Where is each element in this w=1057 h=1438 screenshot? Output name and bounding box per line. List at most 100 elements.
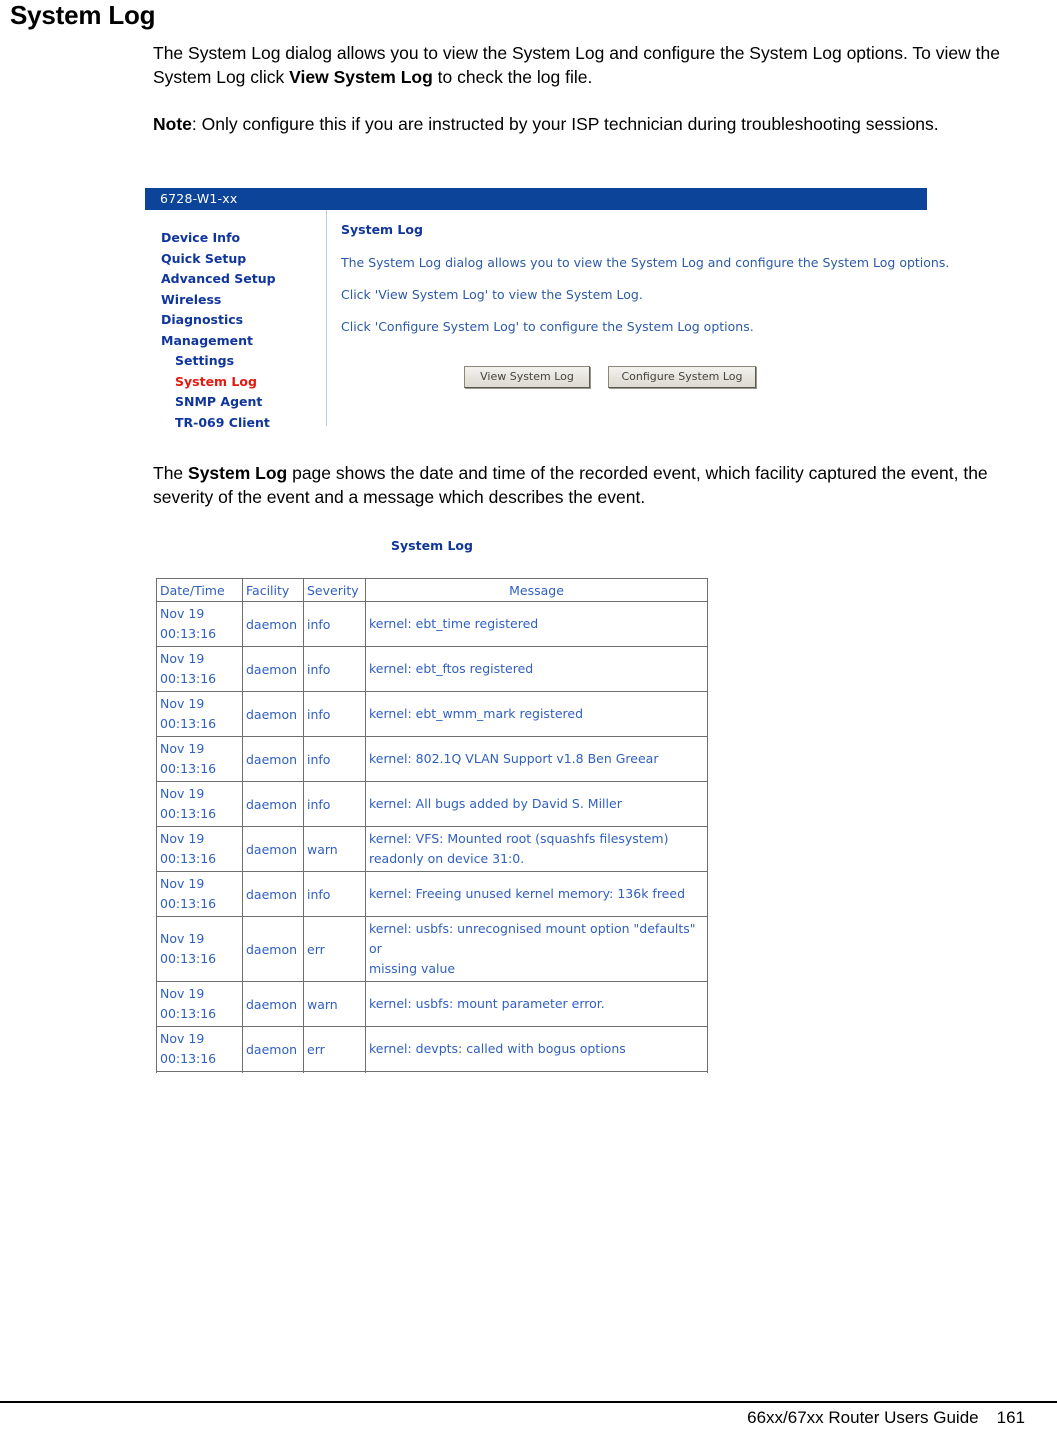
date-line: Nov 19 — [160, 741, 205, 756]
intro-paragraph: The System Log dialog allows you to view… — [153, 41, 1033, 89]
view-system-log-button[interactable]: View System Log — [464, 366, 590, 388]
table-row: Nov 19 00:13:16 daemon info kernel: Freeing … — [156, 871, 708, 917]
table-desc-bold-system-log: System Log — [188, 463, 288, 483]
cell-message: kernel: All bugs added by David S. Mille… — [365, 781, 708, 827]
intro-text-part-2: to check the log file. — [432, 67, 593, 87]
footer: 66xx/67xx Router Users Guide 161 — [747, 1408, 1025, 1428]
message-line: kernel: usbfs: mount parameter error. — [369, 996, 605, 1011]
cell-date-time: Nov 1900:13:16 — [156, 1026, 243, 1072]
cell-severity: info — [303, 736, 366, 782]
footer-divider — [0, 1401, 1057, 1403]
system-log-table-body: Nov 19 00:13:16 daemon info kernel: ebt_time… — [156, 601, 708, 1073]
cell-facility: daemon — [242, 1026, 304, 1072]
cell-facility: daemon — [242, 1071, 304, 1073]
cell-facility: daemon — [242, 981, 304, 1027]
date-line: Nov 19 — [160, 931, 205, 946]
message-line: kernel: ebt_ftos registered — [369, 661, 534, 676]
system-log-screenshot: System Log — [156, 538, 708, 580]
configure-system-log-button[interactable]: Configure System Log — [608, 366, 756, 388]
message-line: kernel: Freeing unused kernel memory: 13… — [369, 886, 685, 901]
cell-message: kernel: ebt_wmm_mark registered — [365, 691, 708, 737]
cell-date-time: Nov 19 00:13:16 — [156, 601, 243, 647]
page-title: System Log — [10, 0, 156, 30]
cell-severity: err — [303, 916, 366, 982]
sidebar-item-diagnostics[interactable]: Diagnostics — [145, 310, 323, 331]
cell-facility: daemon — [242, 691, 304, 737]
date-line: 00:13:16 — [160, 851, 217, 866]
cell-message: kernel: ebt_time registered — [365, 601, 708, 647]
date-line: Nov 19 — [160, 986, 205, 1001]
date-line: 00:13:16 — [160, 806, 217, 821]
router-content-line-3: Click 'Configure System Log' to configur… — [341, 319, 754, 334]
cell-facility: daemon — [242, 646, 304, 692]
cell-severity: warn — [303, 826, 366, 872]
table-row: Nov 19 00:13:16 daemon info kernel: ebt_time… — [156, 601, 708, 647]
sidebar-item-management[interactable]: Management — [145, 331, 323, 352]
cell-severity: info — [303, 871, 366, 917]
table-row: Nov 19 00:13:16 daemon warn kernel: VFS: Mou… — [156, 826, 708, 872]
date-line: Nov 19 — [160, 1031, 205, 1046]
message-line: kernel: All bugs added by David S. Mille… — [369, 796, 622, 811]
cell-message: kernel: devpts: called with bogus option… — [365, 1026, 708, 1072]
cell-date-time: Nov 19 00:13:16 — [156, 691, 243, 737]
sidebar-item-advanced-setup[interactable]: Advanced Setup — [145, 269, 323, 290]
cell-date-time: Nov 19 00:13:16 — [156, 871, 243, 917]
cell-date-time: Nov 1900:13:16 — [156, 916, 243, 982]
cell-message: kernel: bcm_ingqos: module license 'Prop… — [365, 1071, 708, 1073]
sidebar-item-snmp-agent[interactable]: SNMP Agent — [145, 392, 323, 413]
cell-facility: daemon — [242, 826, 304, 872]
sidebar-item-device-info[interactable]: Device Info — [145, 228, 323, 249]
sidebar-item-wireless[interactable]: Wireless — [145, 290, 323, 311]
cell-date-time: Nov 19 00:13:16 — [156, 826, 243, 872]
message-line: kernel: devpts: called with bogus option… — [369, 1041, 626, 1056]
date-line: Nov 19 — [160, 831, 205, 846]
cell-severity: info — [303, 781, 366, 827]
table-row: Nov 19 00:13:16 daemon err kernel: devpts: c… — [156, 1026, 708, 1072]
system-log-table: Date/Time Facility Severity Message Nov … — [156, 578, 708, 1073]
cell-message: kernel: VFS: Mounted root (squashfs file… — [365, 826, 708, 872]
table-row: Nov 19 00:13:16 daemon err kernel: usbfs: un… — [156, 916, 708, 982]
footer-page-number: 161 — [996, 1408, 1025, 1427]
cell-severity: err — [303, 1026, 366, 1072]
message-line: kernel: 802.1Q VLAN Support v1.8 Ben Gre… — [369, 751, 659, 766]
cell-date-time: Nov 19 00:13:16 — [156, 981, 243, 1027]
column-header-severity: Severity — [303, 578, 366, 602]
router-content-pane: System Log The System Log dialog allows … — [341, 222, 950, 388]
cell-severity: info — [303, 691, 366, 737]
table-row: Nov 1900:13:16daemonwarnkernel: bcm_ingq… — [156, 1071, 708, 1073]
cell-date-time: Nov 1900:13:16 — [156, 646, 243, 692]
date-line: Nov 19 — [160, 786, 205, 801]
cell-facility: daemon — [242, 781, 304, 827]
sidebar-item-system-log[interactable]: System Log — [145, 372, 323, 393]
note-label: Note — [153, 114, 192, 134]
sidebar-item-quick-setup[interactable]: Quick Setup — [145, 249, 323, 270]
table-row: Nov 19 00:13:16 daemon info kernel: 802.1Q V… — [156, 736, 708, 782]
cell-severity: warn — [303, 981, 366, 1027]
date-line: Nov 19 — [160, 696, 205, 711]
date-line: 00:13:16 — [160, 896, 217, 911]
router-panel-divider — [326, 210, 327, 426]
date-line: Nov 19 — [160, 876, 205, 891]
cell-date-time: Nov 1900:13:16 — [156, 1071, 243, 1073]
table-row: Nov 19 00:13:16 daemon info kernel: ebt_wmm_… — [156, 691, 708, 737]
date-line: 00:13:16 — [160, 716, 217, 731]
message-line: kernel: ebt_time registered — [369, 616, 539, 631]
cell-message: kernel: ebt_ftos registered — [365, 646, 708, 692]
table-row: Nov 19 00:13:16 daemon info kernel: All bugs… — [156, 781, 708, 827]
system-log-table-clip: Date/Time Facility Severity Message Nov … — [156, 578, 712, 1073]
router-sidebar-nav: Device Info Quick Setup Advanced Setup W… — [145, 228, 323, 433]
date-line: 00:13:16 — [160, 626, 217, 641]
sidebar-item-settings[interactable]: Settings — [145, 351, 323, 372]
router-button-row: View System Log Configure System Log — [464, 366, 756, 388]
message-line: readonly on device 31:0. — [369, 851, 525, 866]
cell-severity: info — [303, 601, 366, 647]
sidebar-item-tr-069-client[interactable]: TR-069 Client — [145, 413, 323, 434]
cell-date-time: Nov 1900:13:16 — [156, 736, 243, 782]
table-desc-part-1: The — [153, 463, 189, 483]
intro-bold-view-system-log: View System Log — [289, 67, 433, 87]
date-line: 00:13:16 — [160, 1006, 217, 1021]
cell-message: kernel: usbfs: unrecognised mount option… — [365, 916, 708, 982]
router-content-line-1: The System Log dialog allows you to view… — [341, 255, 950, 270]
cell-message: kernel: usbfs: mount parameter error. — [365, 981, 708, 1027]
date-line: Nov 19 — [160, 606, 205, 621]
